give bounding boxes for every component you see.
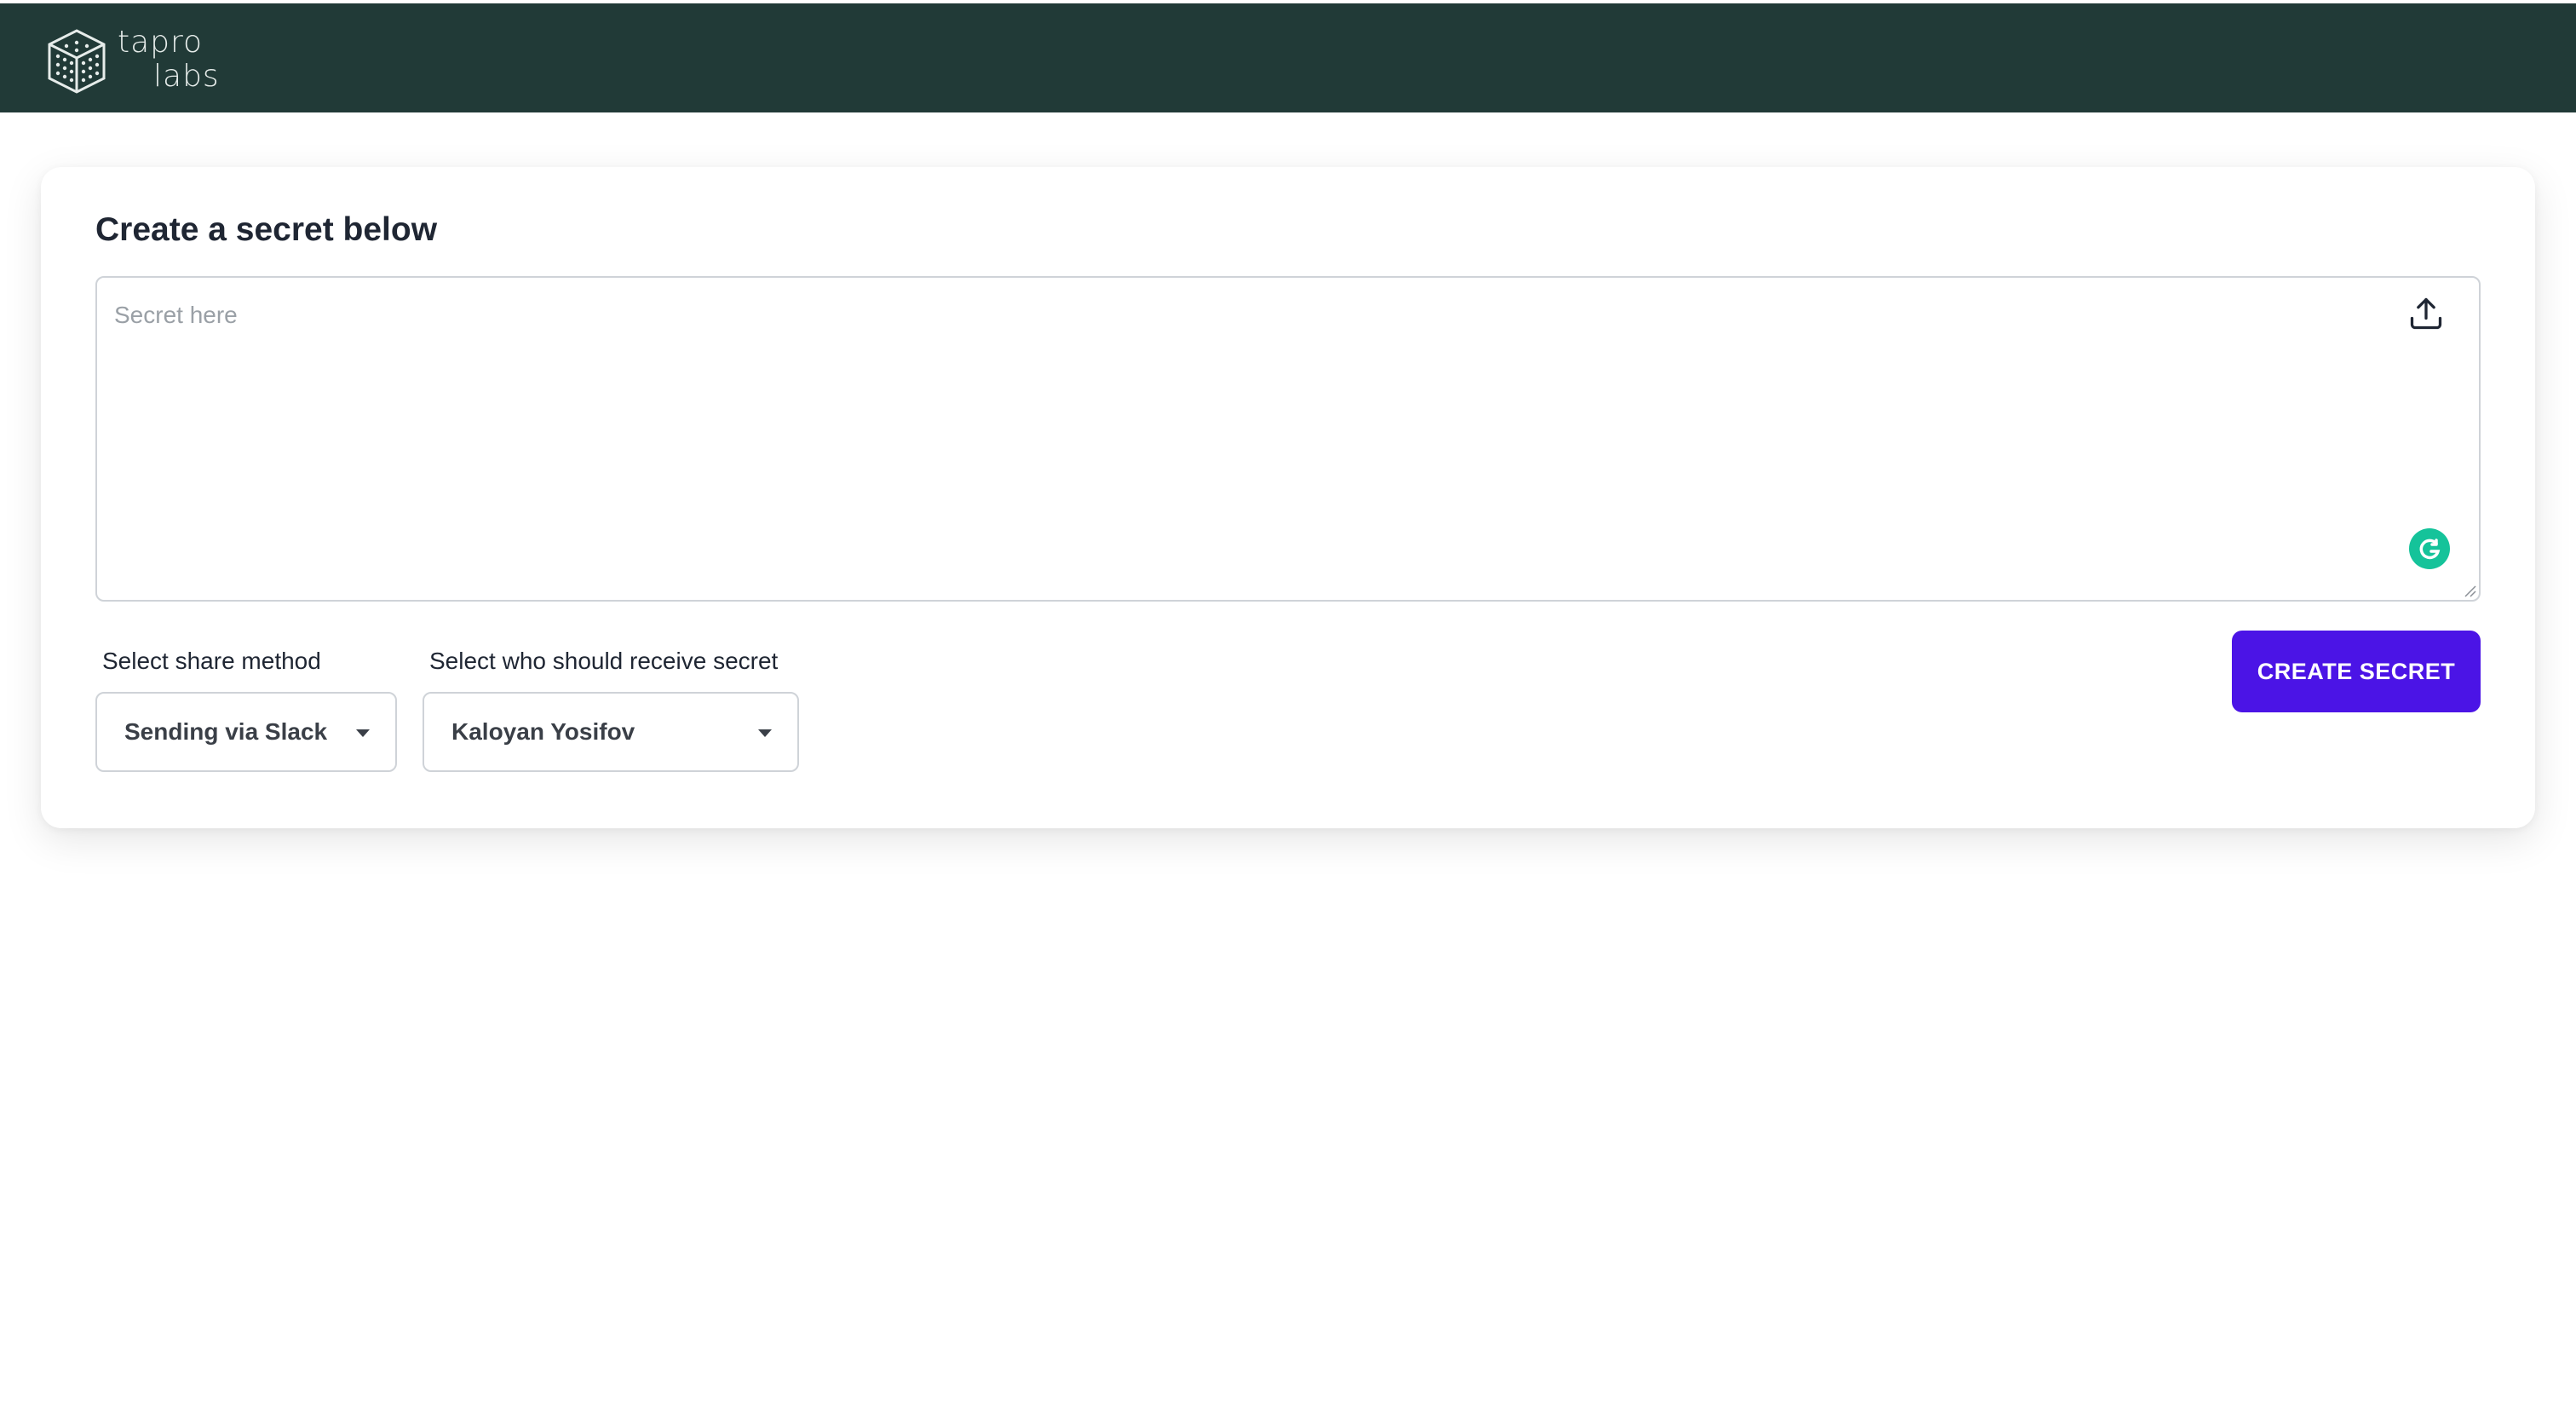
brand-name: tapro labs (118, 26, 220, 94)
upload-file-button[interactable] (2404, 291, 2448, 336)
share-method-select[interactable]: Sending via Slack (95, 692, 397, 772)
secret-input-container (95, 276, 2481, 602)
share-method-value: Sending via Slack (124, 718, 328, 745)
resize-handle-icon[interactable] (2462, 583, 2477, 598)
cube-logo-icon (48, 29, 106, 94)
recipient-select[interactable]: Kaloyan Yosifov (423, 692, 799, 772)
secret-input[interactable] (97, 278, 2479, 600)
grammarly-icon[interactable] (2409, 528, 2450, 569)
create-secret-card: Create a secret below Select share metho… (41, 167, 2535, 828)
chevron-down-icon (758, 729, 772, 737)
brand-name-line2: labs (153, 59, 220, 94)
share-method-label: Select share method (102, 648, 321, 674)
recipient-label: Select who should receive secret (429, 648, 779, 674)
upload-icon (2410, 297, 2442, 330)
top-navbar: tapro labs (0, 3, 2576, 112)
chevron-down-icon (356, 729, 370, 737)
recipient-value: Kaloyan Yosifov (451, 718, 635, 745)
tapro-labs-logo[interactable]: tapro labs (46, 26, 233, 97)
brand-name-line1: tapro (118, 25, 204, 60)
create-secret-button[interactable]: CREATE SECRET (2232, 631, 2481, 712)
page-title: Create a secret below (95, 211, 438, 248)
